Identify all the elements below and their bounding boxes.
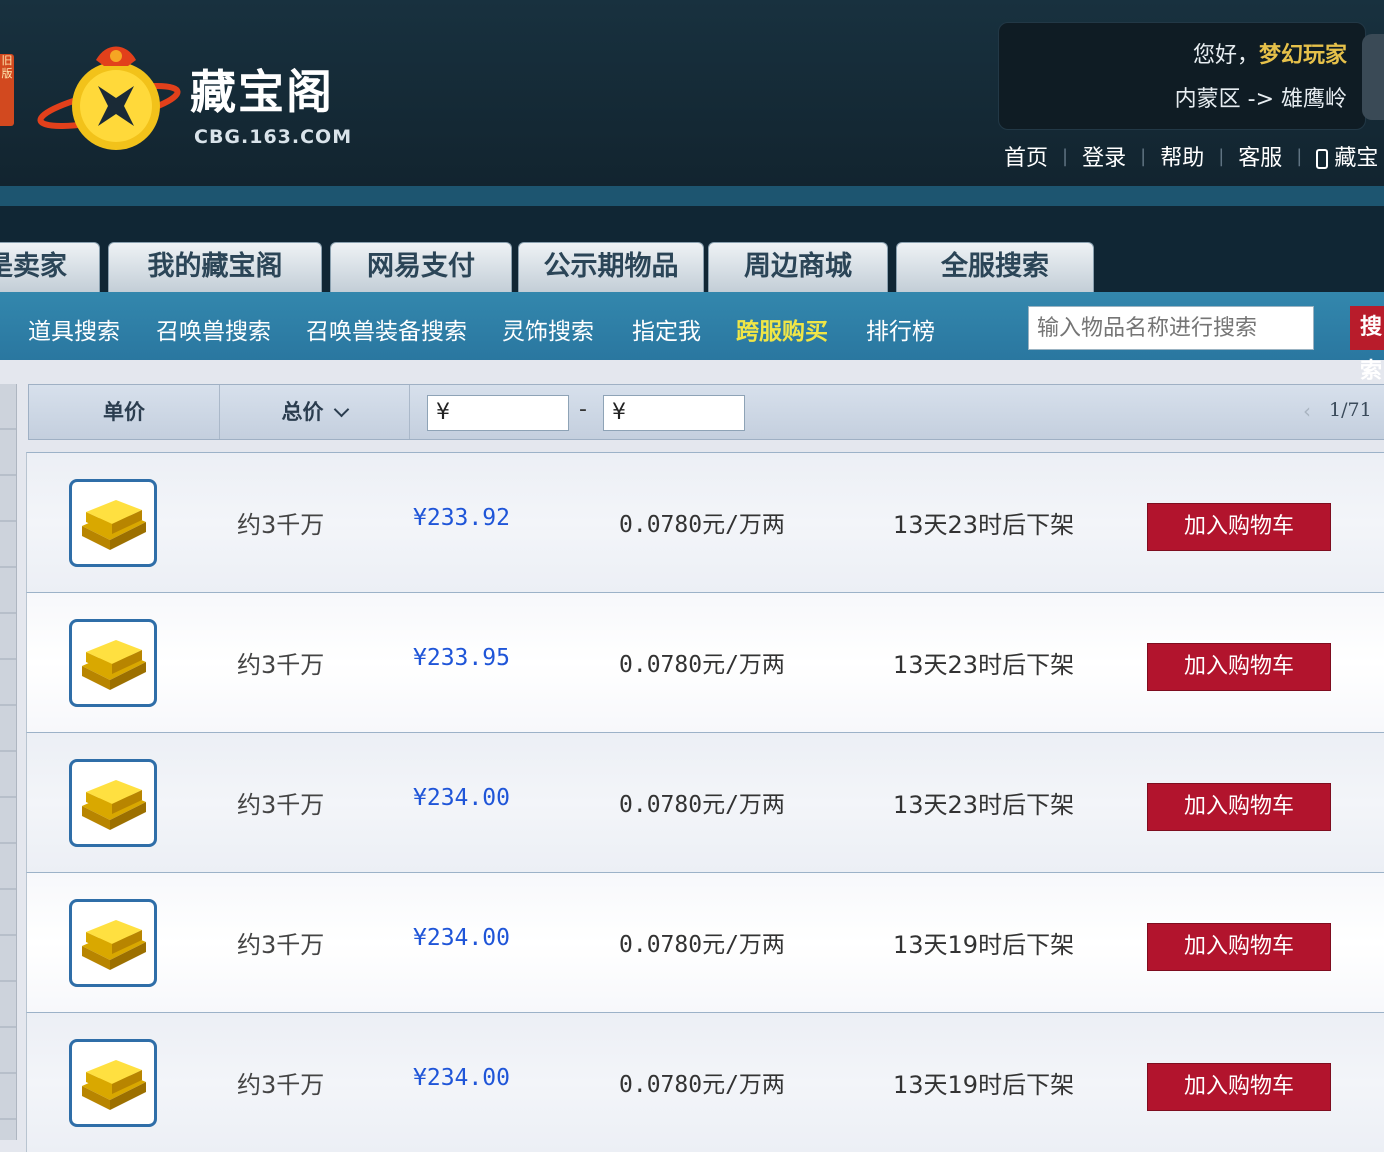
table-row[interactable]: 约3千万 ¥234.00 0.0780元/万两 13天23时后下架 加入购物车 — [26, 732, 1384, 872]
phone-icon — [1316, 149, 1329, 169]
server-info[interactable]: 内蒙区 -> 雄鹰岭 — [1175, 81, 1347, 113]
tab-peripheral-mall[interactable]: 周边商城 — [708, 242, 888, 292]
chevron-down-icon — [333, 401, 349, 418]
subnav-item-cross-server[interactable]: 跨服购买 — [736, 312, 828, 346]
page-indicator: 1/71 — [1329, 399, 1372, 421]
gold-bars-graphic — [82, 500, 146, 550]
subnav-item-pets[interactable]: 召唤兽搜索 — [156, 312, 271, 346]
greeting-text: 您好， — [1192, 43, 1259, 68]
add-to-cart-button[interactable]: 加入购物车 — [1147, 643, 1331, 691]
link-login[interactable]: 登录 — [1082, 140, 1126, 172]
sort-unit-price[interactable]: 单价 — [29, 385, 220, 439]
link-divider: | — [1062, 145, 1069, 167]
tab-global-search[interactable]: 全服搜索 — [896, 242, 1094, 292]
site-header: 旧版 藏宝阁 CBG.163.COM 您好，梦幻玩家 内蒙区 -> 雄鹰岭 首页… — [0, 0, 1384, 186]
username[interactable]: 梦幻玩家 — [1259, 43, 1347, 68]
listing-table: 约3千万 ¥233.92 0.0780元/万两 13天23时后下架 加入购物车 … — [26, 452, 1384, 1152]
quantity: 约3千万 — [237, 791, 325, 819]
table-row[interactable]: 约3千万 ¥233.92 0.0780元/万两 13天23时后下架 加入购物车 — [26, 452, 1384, 592]
gold-bars-graphic — [82, 640, 146, 690]
quantity: 约3千万 — [237, 931, 325, 959]
price-min-input[interactable]: ¥ — [427, 395, 569, 431]
add-to-cart-button[interactable]: 加入购物车 — [1147, 923, 1331, 971]
expire-time: 13天23时后下架 — [893, 791, 1075, 819]
logo-domain: CBG.163.COM — [194, 126, 353, 148]
treasure-bag-icon[interactable] — [36, 36, 182, 156]
search-input[interactable] — [1028, 306, 1314, 350]
link-home[interactable]: 首页 — [1004, 140, 1048, 172]
link-help[interactable]: 帮助 — [1160, 140, 1204, 172]
total-price[interactable]: ¥234.00 — [413, 785, 510, 811]
tab-public-items[interactable]: 公示期物品 — [518, 242, 704, 292]
subnav-item-pet-equip[interactable]: 召唤兽装备搜索 — [306, 312, 467, 346]
prev-page-icon[interactable]: ‹ — [1303, 399, 1311, 423]
sort-bar: 单价 总价 ¥ - ¥ ‹ 1/71 — [28, 384, 1384, 440]
gold-bars-icon[interactable] — [69, 479, 157, 567]
sort-unit-price-label: 单价 — [103, 400, 145, 424]
link-app[interactable]: 藏宝 — [1316, 140, 1378, 172]
user-info-box: 您好，梦幻玩家 内蒙区 -> 雄鹰岭 — [998, 22, 1366, 130]
unit-price: 0.0780元/万两 — [619, 652, 785, 678]
gold-bars-graphic — [82, 780, 146, 830]
expire-time: 13天19时后下架 — [893, 931, 1075, 959]
main-tabs: 我是卖家 我的藏宝阁 网易支付 公示期物品 周边商城 全服搜索 — [0, 242, 1384, 292]
logo-name[interactable]: 藏宝阁 — [190, 64, 334, 120]
old-version-tag[interactable]: 旧版 — [0, 54, 14, 126]
table-row[interactable]: 约3千万 ¥234.00 0.0780元/万两 13天19时后下架 加入购物车 — [26, 872, 1384, 1012]
link-divider: | — [1296, 145, 1303, 167]
expire-time: 13天23时后下架 — [893, 651, 1075, 679]
tab-my-cbg[interactable]: 我的藏宝阁 — [108, 242, 322, 292]
sort-total-price-label: 总价 — [281, 400, 324, 424]
link-service[interactable]: 客服 — [1238, 140, 1282, 172]
link-divider: | — [1140, 145, 1147, 167]
total-price[interactable]: ¥234.00 — [413, 925, 510, 951]
link-app-label: 藏宝 — [1334, 146, 1379, 171]
gold-bars-graphic — [82, 920, 146, 970]
gold-bars-graphic — [82, 1060, 146, 1110]
add-to-cart-button[interactable]: 加入购物车 — [1147, 1063, 1331, 1111]
total-price[interactable]: ¥234.00 — [413, 1065, 510, 1091]
quantity: 约3千万 — [237, 511, 325, 539]
quantity: 约3千万 — [237, 1071, 325, 1099]
add-to-cart-button[interactable]: 加入购物车 — [1147, 503, 1331, 551]
search-button[interactable]: 搜索 — [1350, 306, 1384, 384]
tab-seller[interactable]: 我是卖家 — [0, 242, 100, 292]
quantity: 约3千万 — [237, 651, 325, 679]
price-max-input[interactable]: ¥ — [603, 395, 745, 431]
gold-bars-icon[interactable] — [69, 1039, 157, 1127]
user-menu-button[interactable] — [1362, 34, 1384, 120]
sort-total-price[interactable]: 总价 — [219, 385, 410, 439]
price-range-dash: - — [579, 397, 587, 422]
greeting-row: 您好，梦幻玩家 — [1193, 37, 1347, 69]
unit-price: 0.0780元/万两 — [619, 512, 785, 538]
unit-price: 0.0780元/万两 — [619, 1072, 785, 1098]
link-divider: | — [1218, 145, 1225, 167]
table-row[interactable]: 约3千万 ¥234.00 0.0780元/万两 13天19时后下架 加入购物车 — [26, 1012, 1384, 1152]
gold-bars-icon[interactable] — [69, 759, 157, 847]
expire-time: 13天23时后下架 — [893, 511, 1075, 539]
top-links: 首页 | 登录 | 帮助 | 客服 | 藏宝 — [1004, 140, 1378, 172]
gold-bars-icon[interactable] — [69, 619, 157, 707]
header-stripe — [0, 186, 1384, 206]
table-row[interactable]: 约3千万 ¥233.95 0.0780元/万两 13天23时后下架 加入购物车 — [26, 592, 1384, 732]
gold-bars-icon[interactable] — [69, 899, 157, 987]
unit-price: 0.0780元/万两 — [619, 792, 785, 818]
expire-time: 13天19时后下架 — [893, 1071, 1075, 1099]
total-price[interactable]: ¥233.95 — [413, 645, 510, 671]
total-price[interactable]: ¥233.92 — [413, 505, 510, 531]
subnav-item-assigned[interactable]: 指定我 — [632, 312, 701, 346]
add-to-cart-button[interactable]: 加入购物车 — [1147, 783, 1331, 831]
subnav-item-ranking[interactable]: 排行榜 — [866, 312, 935, 346]
left-sidebar-strip — [0, 384, 17, 1140]
subnav-item-ornaments[interactable]: 灵饰搜索 — [502, 312, 594, 346]
unit-price: 0.0780元/万两 — [619, 932, 785, 958]
tab-netease-pay[interactable]: 网易支付 — [330, 242, 512, 292]
subnav-item-props[interactable]: 道具搜索 — [28, 312, 120, 346]
